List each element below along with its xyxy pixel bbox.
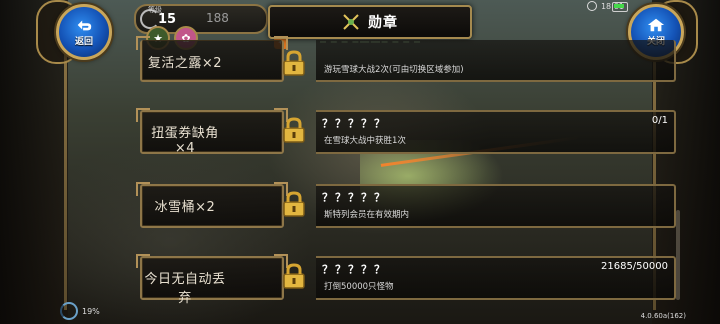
reward-plate: 今日无自动丢弃 xyxy=(136,254,288,306)
medal-crossed-swords-icon xyxy=(343,14,359,30)
lock-icon xyxy=(283,263,305,289)
achievement-info: 游玩雪球大战2次(可由切换区域参加) xyxy=(316,40,676,82)
achievement-row[interactable]: 今日无自动丢弃 ？？？？？ 打倒50000只怪物 21685/50000 xyxy=(72,254,676,306)
achievement-description: 斯特列会员在有效期内 xyxy=(324,210,410,220)
achievement-info: ？？？？？ 打倒50000只怪物 21685/50000 xyxy=(316,256,676,300)
achievement-description: 打倒50000只怪物 xyxy=(324,282,394,292)
download-percent: 19% xyxy=(82,306,100,316)
achievement-description: 在雪球大战中获胜1次 xyxy=(324,136,406,146)
achievement-row[interactable]: 复活之露×2 游玩雪球大战2次(可由切换区域参加) xyxy=(72,36,676,82)
reward-name: 复活之露×2 xyxy=(147,56,223,71)
home-icon xyxy=(647,18,665,32)
reward-plate: 冰雪桶×2 xyxy=(136,182,288,228)
version-label: 4.0.60a(162) xyxy=(640,312,686,320)
achievement-row[interactable]: 扭蛋券缺角×4 ？？？？？ 在雪球大战中获胜1次 0/1 xyxy=(72,108,676,156)
achievement-progress: 21685/50000 xyxy=(601,261,668,272)
reward-name: 冰雪桶×2 xyxy=(154,200,216,215)
reward-name: 扭蛋券缺角×4 xyxy=(151,126,219,156)
player-level: 15 xyxy=(158,12,177,27)
lock-icon xyxy=(283,191,305,217)
reward-plate: 扭蛋券缺角×4 xyxy=(136,108,288,156)
lock-icon xyxy=(283,117,305,143)
achievement-info: ？？？？？ 斯特列会员在有效期内 xyxy=(316,184,676,228)
return-icon xyxy=(77,20,92,31)
achievement-title-hidden: ？？？？？ xyxy=(322,263,387,276)
achievement-title-hidden: ？？？？？ xyxy=(322,191,387,204)
achievement-info: ？？？？？ 在雪球大战中获胜1次 0/1 xyxy=(316,110,676,154)
reward-name: 今日无自动丢弃 xyxy=(144,272,226,306)
battery-icon xyxy=(612,2,628,12)
hud-value: 188 xyxy=(206,11,229,25)
page-title: 勋章 xyxy=(368,15,398,31)
download-status: 19% xyxy=(60,302,100,320)
achievement-progress: 0/1 xyxy=(651,115,668,126)
achievement-row[interactable]: 冰雪桶×2 ？？？？？ 斯特列会员在有效期内 xyxy=(72,182,676,228)
panel-rail-left xyxy=(64,38,67,310)
progress-ring-icon xyxy=(60,302,78,320)
reward-plate: 复活之露×2 xyxy=(136,36,288,82)
achievement-title-hidden: ？？？？？ xyxy=(322,117,387,130)
title-bar: 勋章 xyxy=(268,5,472,43)
lock-icon xyxy=(283,50,305,76)
signal-icon xyxy=(586,1,597,11)
achievement-description: 游玩雪球大战2次(可由切换区域参加) xyxy=(324,65,464,75)
list-scrollbar[interactable] xyxy=(676,210,680,300)
